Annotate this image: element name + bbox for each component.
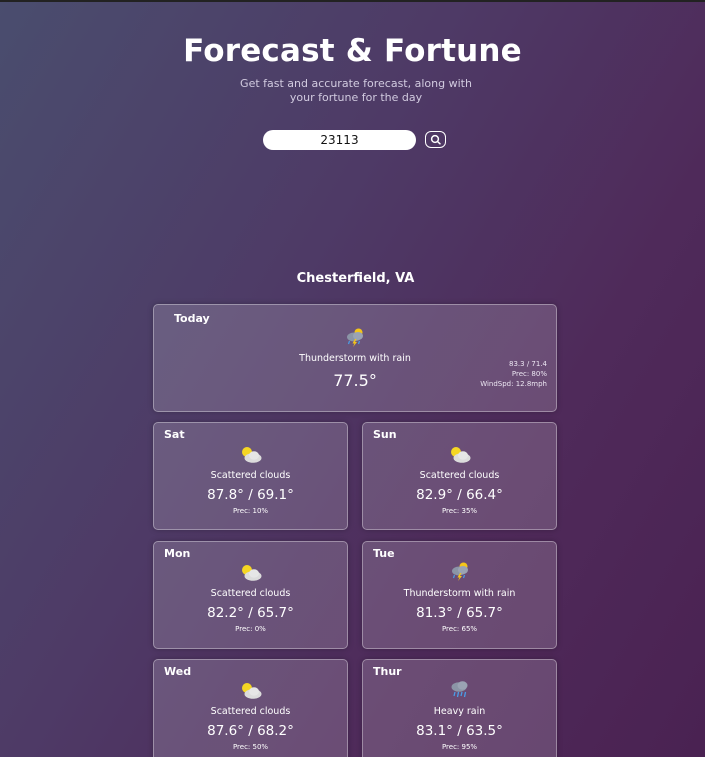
forecast-day: Thur	[373, 665, 402, 678]
zip-search-input[interactable]	[263, 130, 416, 150]
forecast-day: Mon	[164, 547, 191, 560]
today-wind: WindSpd: 12.8mph	[480, 380, 547, 388]
forecast-prec: Prec: 50%	[232, 743, 269, 751]
forecast-card-tue: Tue Thunderstorm with rain 81.3° / 65.7°…	[362, 541, 557, 649]
forecast-temps: 82.2° / 65.7°	[207, 605, 294, 621]
heavy-rain-icon	[451, 681, 467, 698]
forecast-prec: Prec: 0%	[235, 625, 266, 633]
forecast-prec: Prec: 65%	[441, 625, 478, 633]
forecast-temps: 87.8° / 69.1°	[207, 487, 294, 503]
forecast-temps: 81.3° / 65.7°	[416, 605, 503, 621]
forecast-day: Tue	[373, 547, 395, 560]
partly-cloudy-icon	[241, 447, 261, 463]
top-border	[0, 0, 705, 2]
forecast-card-thur: Thur Heavy rain 83.1° / 63.5° Prec: 95%	[362, 659, 557, 757]
forecast-condition: Scattered clouds	[210, 588, 291, 599]
today-card: Today Thunderstorm with rain 77.5° 83.3 …	[153, 304, 557, 412]
forecast-card-mon: Mon Scattered clouds 82.2° / 65.7° Prec:…	[153, 541, 348, 649]
forecast-condition: Thunderstorm with rain	[403, 588, 516, 599]
forecast-prec: Prec: 95%	[441, 743, 478, 751]
forecast-temps: 87.6° / 68.2°	[207, 723, 294, 739]
today-label: Today	[174, 312, 210, 325]
thunderstorm-icon	[347, 328, 363, 347]
forecast-prec: Prec: 10%	[232, 507, 269, 515]
forecast-day: Sat	[164, 428, 185, 441]
today-details: 83.3 / 71.4 Prec: 80% WindSpd: 12.8mph	[480, 359, 547, 389]
forecast-temps: 82.9° / 66.4°	[416, 487, 503, 503]
thunderstorm-icon	[451, 562, 468, 581]
forecast-card-sun: Sun Scattered clouds 82.9° / 66.4° Prec:…	[362, 422, 557, 530]
location-title: Chesterfield, VA	[296, 271, 415, 286]
today-hilo: 83.3 / 71.4	[509, 360, 547, 368]
partly-cloudy-icon	[241, 683, 261, 699]
partly-cloudy-icon	[241, 565, 261, 581]
search-icon	[430, 134, 441, 145]
forecast-condition: Scattered clouds	[419, 470, 500, 481]
forecast-temps: 83.1° / 63.5°	[416, 723, 503, 739]
partly-cloudy-icon	[450, 447, 470, 463]
forecast-prec: Prec: 35%	[441, 507, 478, 515]
forecast-card-wed: Wed Scattered clouds 87.6° / 68.2° Prec:…	[153, 659, 348, 757]
forecast-condition: Scattered clouds	[210, 706, 291, 717]
search-button[interactable]	[425, 131, 446, 148]
today-prec: Prec: 80%	[511, 370, 547, 378]
forecast-condition: Heavy rain	[433, 706, 486, 717]
page-title: Forecast & Fortune	[183, 33, 522, 69]
forecast-condition: Scattered clouds	[210, 470, 291, 481]
page-subtitle: Get fast and accurate forecast, along wi…	[240, 77, 472, 104]
forecast-card-sat: Sat Scattered clouds 87.8° / 69.1° Prec:…	[153, 422, 348, 530]
forecast-day: Wed	[164, 665, 192, 678]
forecast-day: Sun	[373, 428, 397, 441]
